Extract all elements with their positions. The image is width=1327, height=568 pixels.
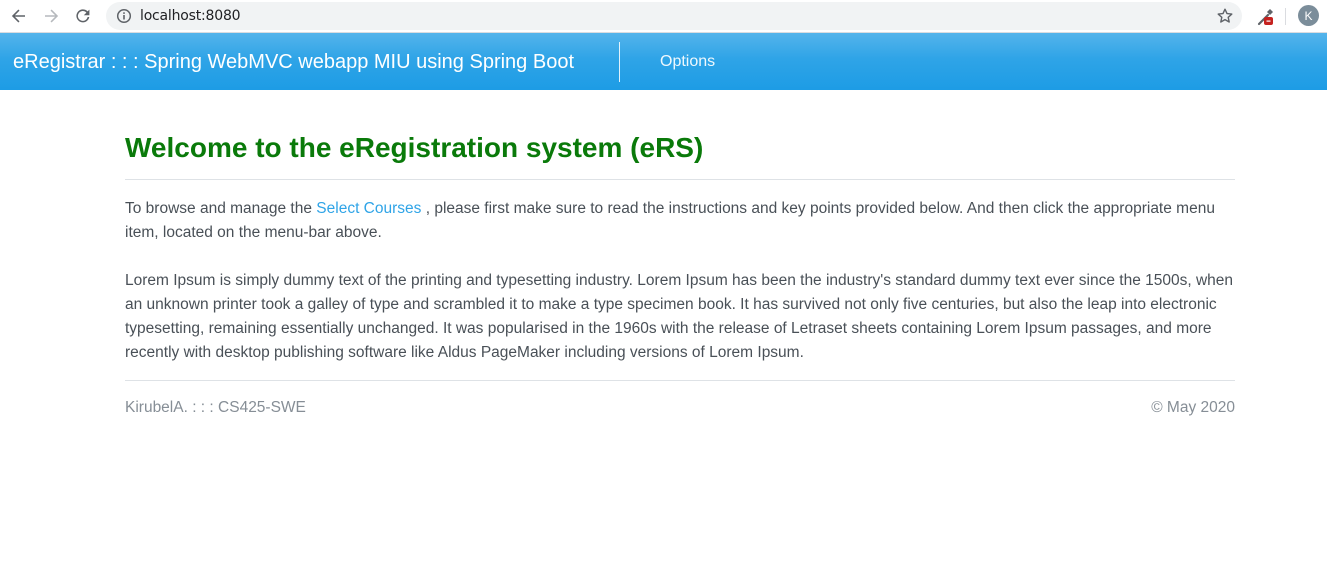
profile-avatar[interactable]: K [1298,5,1319,26]
lorem-paragraph: Lorem Ipsum is simply dummy text of the … [125,272,1234,361]
nav-options-link[interactable]: Options [660,53,715,71]
url-text[interactable]: localhost:8080 [140,8,241,24]
select-courses-link[interactable]: Select Courses [316,200,421,217]
info-icon[interactable] [116,8,132,24]
star-icon[interactable] [1216,7,1234,25]
browser-toolbar: localhost:8080 K [0,0,1327,33]
extension-eyedropper-icon[interactable] [1255,5,1279,29]
toolbar-divider [1285,8,1286,25]
navbar-divider [619,42,620,82]
navbar-brand[interactable]: eRegistrar : : : Spring WebMVC webapp MI… [13,51,574,74]
reload-icon[interactable] [70,4,96,28]
page-title: Welcome to the eRegistration system (eRS… [125,132,704,163]
title-divider [125,179,1235,180]
footer-copyright: © May 2020 [1151,399,1235,416]
back-arrow-icon[interactable] [6,4,32,28]
footer-author: KirubelA. : : : CS425-SWE [125,399,306,416]
forward-arrow-icon[interactable] [38,4,64,28]
footer-divider [125,380,1235,381]
app-navbar: eRegistrar : : : Spring WebMVC webapp MI… [0,33,1327,90]
intro-paragraph: To browse and manage the Select Courses … [125,197,1235,245]
intro-text-before: To browse and manage the [125,200,317,217]
address-bar[interactable]: localhost:8080 [106,2,1242,30]
